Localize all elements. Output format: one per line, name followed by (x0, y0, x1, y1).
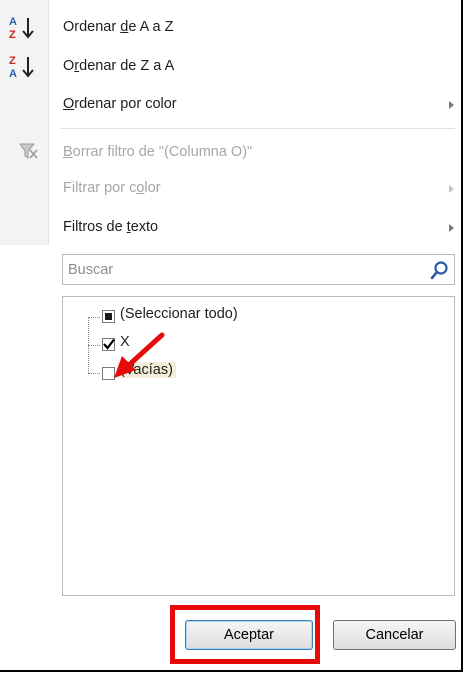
menu-item-sort-a-to-z[interactable]: A Z Ordenar de A a Z (0, 11, 461, 45)
tree-connector (88, 317, 100, 318)
svg-text:Z: Z (9, 29, 16, 41)
menu-separator (60, 128, 455, 129)
submenu-arrow-icon (449, 101, 454, 109)
submenu-arrow-icon (449, 185, 454, 193)
cancel-button[interactable]: Cancelar (333, 620, 456, 650)
checkbox-indeterminate[interactable] (102, 310, 115, 323)
menu-item-label: Filtrar por color (63, 180, 161, 196)
menu-item-label: Ordenar de A a Z (63, 19, 174, 35)
menu-item-clear-filter[interactable]: Borrar filtro de "(Columna O)" (0, 136, 461, 170)
tree-connector (88, 345, 100, 346)
search-box (62, 254, 455, 285)
search-input[interactable] (63, 255, 418, 284)
submenu-arrow-icon (449, 224, 454, 232)
sort-ascending-icon: A Z (9, 16, 34, 41)
menu-item-label: Borrar filtro de "(Columna O)" (63, 144, 253, 160)
tree-connector (88, 373, 100, 374)
menu-item-label: Filtros de texto (63, 219, 159, 235)
svg-text:A: A (9, 68, 17, 80)
annotation-highlight-box (170, 605, 320, 664)
menu-item-filter-by-color[interactable]: Filtrar por color (0, 172, 461, 206)
annotation-arrow-icon (114, 332, 165, 378)
menu-item-sort-by-color[interactable]: Ordenar por color (0, 88, 461, 122)
menu-item-sort-z-to-a[interactable]: Z A Ordenar de Z a A (0, 50, 461, 84)
search-icon[interactable] (429, 259, 451, 281)
svg-text:A: A (9, 16, 17, 28)
list-item-label: (Seleccionar todo) (120, 306, 238, 322)
clear-filter-icon (19, 143, 38, 159)
sort-descending-icon: Z A (9, 55, 34, 80)
svg-text:Z: Z (9, 55, 16, 67)
autofilter-menu: A Z Ordenar de A a Z Z A Ordenar de Z a … (0, 0, 463, 672)
menu-item-label: Ordenar por color (63, 96, 177, 112)
menu-item-text-filters[interactable]: Filtros de texto (0, 211, 461, 245)
menu-item-label: Ordenar de Z a A (63, 58, 175, 74)
